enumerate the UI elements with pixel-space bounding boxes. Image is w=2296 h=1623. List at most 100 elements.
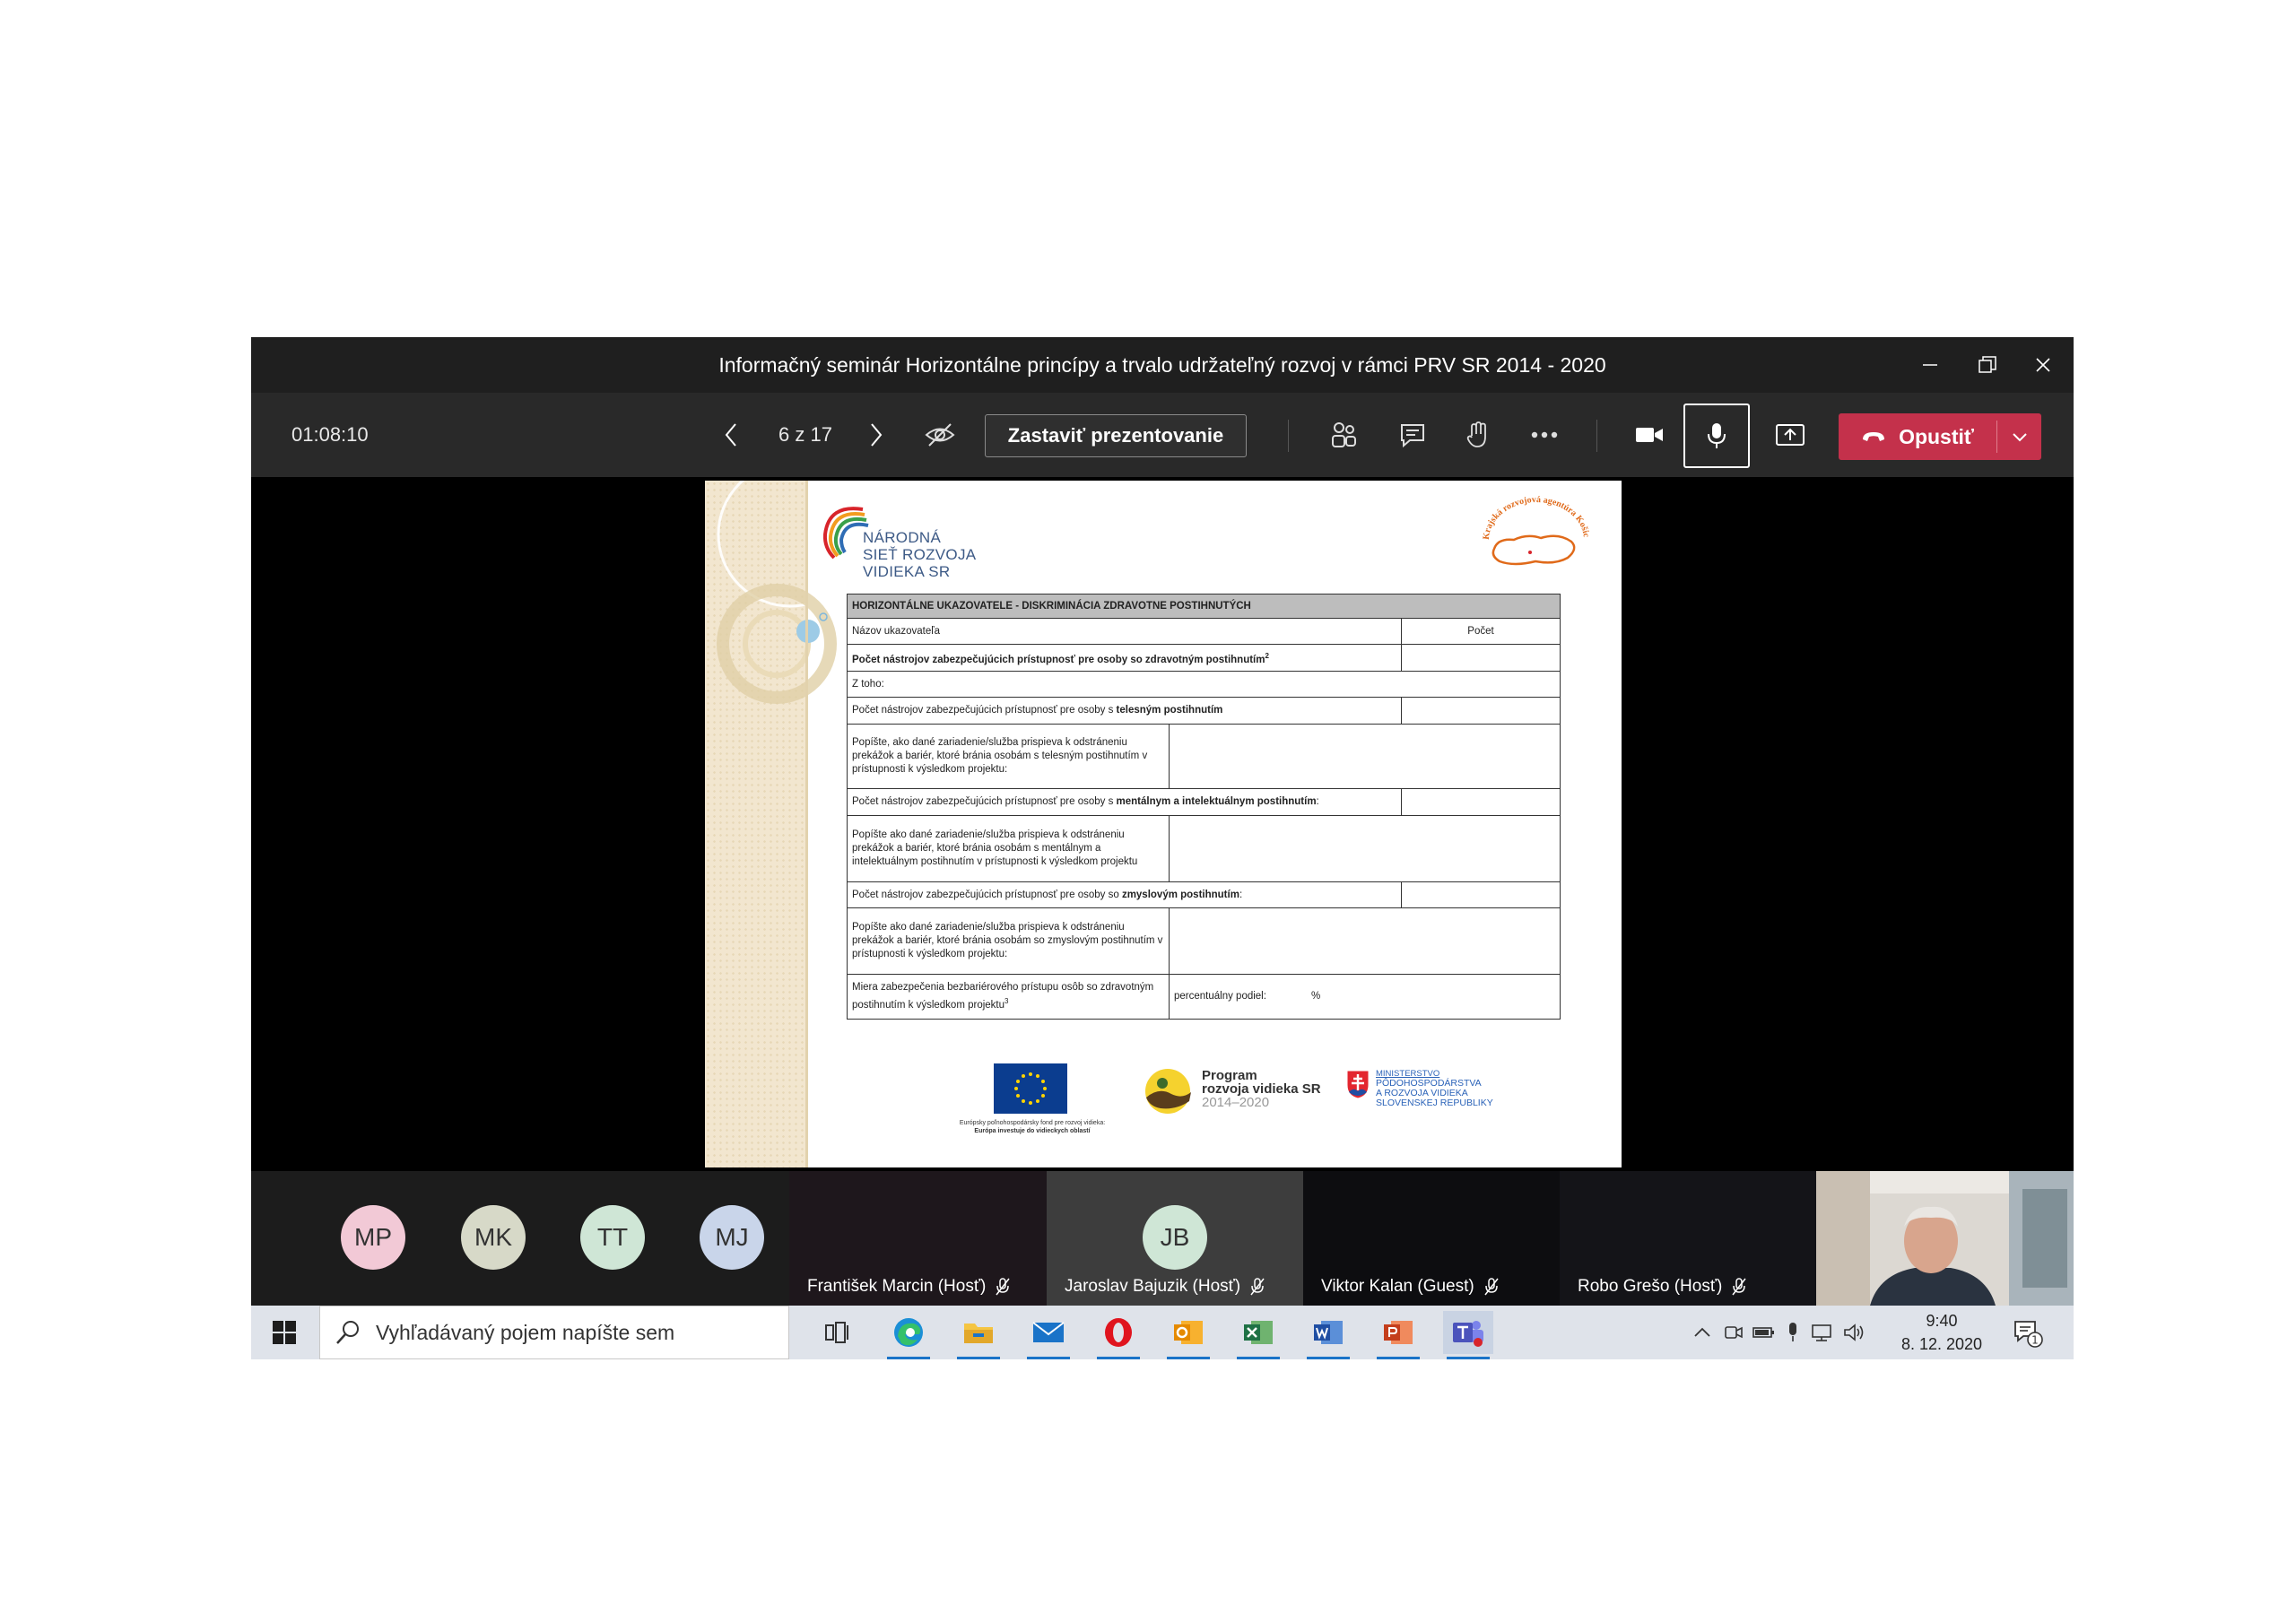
task-view-button[interactable] [813, 1311, 863, 1354]
eu-fund-caption: Európsky poľnohospodársky fond pre rozvo… [938, 1119, 1126, 1135]
task-view-icon [825, 1322, 848, 1343]
participant-avatar-mj[interactable]: MJ [700, 1205, 764, 1270]
row-physical-bold: telesným postihnutím [1116, 705, 1223, 716]
word-icon [1314, 1321, 1343, 1344]
prv-line-3: 2014–2020 [1202, 1095, 1270, 1110]
more-actions-button[interactable] [1518, 408, 1571, 462]
clock-time: 9:40 [1926, 1312, 1958, 1330]
participant-name: František Marcin (Hosť) [807, 1277, 987, 1296]
row-total-value [1401, 644, 1561, 672]
mail-app[interactable] [1023, 1311, 1074, 1359]
people-icon [1332, 422, 1356, 447]
participant-tile[interactable]: Robo Grešo (Hosť) [1560, 1171, 1816, 1306]
row-total-text: Počet nástrojov zabezpečujúcich prístupn… [852, 654, 1265, 665]
tray-meet-now-button[interactable] [1720, 1306, 1747, 1359]
more-icon [1531, 431, 1558, 438]
taskbar-clock[interactable]: 9:40 8. 12. 2020 [1892, 1309, 1991, 1356]
title-bar: Informačný seminár Horizontálne princípy… [251, 337, 2074, 393]
word-app[interactable] [1303, 1311, 1353, 1359]
stop-presenting-button[interactable]: Zastaviť prezentovanie [985, 414, 1247, 457]
participant-avatar-mk[interactable]: MK [461, 1205, 526, 1270]
desc-physical: Popíšte, ako dané zariadenie/služba pris… [847, 724, 1170, 789]
notification-icon: 1 [2014, 1321, 2043, 1348]
share-unit: % [1310, 991, 1321, 1002]
share-label: percentuálny podiel: [1174, 991, 1266, 1002]
edge-app[interactable] [883, 1311, 934, 1359]
self-video-preview[interactable] [1816, 1171, 2074, 1306]
outlook-app[interactable] [1163, 1311, 1213, 1359]
row-mental-value [1401, 788, 1561, 816]
teams-app[interactable] [1443, 1311, 1493, 1359]
eu-caption-line-1: Európsky poľnohospodársky fond pre rozvo… [959, 1120, 1106, 1126]
row-physical-text: Počet nástrojov zabezpečujúcich prístupn… [852, 705, 1117, 716]
row-sensory-bold: zmyslovým postihnutím [1121, 889, 1239, 900]
close-window-button[interactable] [2016, 337, 2070, 393]
minimize-button[interactable] [1903, 337, 1957, 393]
participant-tile-active[interactable]: JB Jaroslav Bajuzik (Hosť) [1047, 1171, 1303, 1306]
tray-volume-button[interactable] [1840, 1306, 1869, 1359]
start-button[interactable] [251, 1306, 317, 1359]
nsr-line-2: SIEŤ ROZVOJA [863, 546, 977, 563]
row-physical: Počet nástrojov zabezpečujúcich prístupn… [847, 697, 1402, 725]
toolbar-divider [1288, 420, 1289, 452]
participant-avatar-mp[interactable]: MP [341, 1205, 405, 1270]
participants-button[interactable] [1317, 408, 1370, 462]
leave-options-dropdown[interactable] [1997, 413, 2041, 460]
participant-name-row: Jaroslav Bajuzik (Hosť) [1065, 1277, 1265, 1297]
participant-name-row: František Marcin (Hosť) [807, 1277, 1011, 1297]
next-slide-button[interactable] [849, 408, 903, 462]
participant-avatar-tt[interactable]: TT [580, 1205, 645, 1270]
battery-icon [1752, 1327, 1774, 1338]
excel-app[interactable] [1233, 1311, 1283, 1359]
row-barrierfree-text: Miera zabezpečenia bezbariérového prístu… [852, 982, 1154, 1011]
camera-button[interactable] [1622, 408, 1676, 462]
footnote-3: 3 [1004, 997, 1009, 1006]
slide-page-indicator: 6 z 17 [778, 423, 832, 446]
prv-line-2: rozvoja vidieka SR [1202, 1081, 1321, 1097]
powerpoint-app[interactable] [1373, 1311, 1423, 1359]
row-sensory-text: Počet nástrojov zabezpečujúcich prístupn… [852, 889, 1122, 900]
raise-hand-button[interactable] [1451, 408, 1505, 462]
eu-flag-logo [994, 1063, 1067, 1114]
tray-battery-button[interactable] [1751, 1306, 1778, 1359]
taskbar-search-box[interactable]: Vyhľadávaný pojem napíšte sem [319, 1306, 789, 1359]
folder-icon [964, 1324, 993, 1343]
row-sensory-colon: : [1239, 889, 1243, 900]
row-z-toho: Z toho: [847, 671, 1561, 698]
file-explorer-app[interactable] [953, 1311, 1004, 1359]
tray-microphone-button[interactable] [1781, 1306, 1805, 1359]
participant-tile[interactable]: František Marcin (Hosť) [789, 1171, 1047, 1306]
microphone-button[interactable] [1683, 404, 1750, 468]
mail-icon [1032, 1322, 1065, 1342]
clock-date: 8. 12. 2020 [1900, 1335, 1983, 1353]
eu-stars-icon [1014, 1072, 1047, 1105]
action-center-button[interactable]: 1 [2005, 1306, 2050, 1359]
desc-sensory: Popíšte ako dané zariadenie/služba prisp… [847, 907, 1170, 975]
leave-meeting-button[interactable]: Opustiť [1839, 413, 2041, 460]
private-view-button[interactable] [913, 408, 967, 462]
teams-meeting-window: Informačný seminár Horizontálne princípy… [251, 337, 2074, 1359]
notification-count: 1 [2031, 1334, 2039, 1347]
column-name-header: Názov ukazovateľa [847, 618, 1402, 645]
ministry-line-4: SLOVENSKEJ REPUBLIKY [1376, 1098, 1493, 1108]
show-hidden-icons-button[interactable] [1690, 1306, 1715, 1359]
participant-name-row: Viktor Kalan (Guest) [1321, 1277, 1500, 1297]
toolbar-divider [1596, 420, 1597, 452]
nsr-line-1: NÁRODNÁ [863, 529, 942, 546]
opera-icon [1105, 1318, 1132, 1347]
previous-slide-button[interactable] [704, 408, 758, 462]
mic-off-icon [996, 1278, 1010, 1296]
regional-agency-logo: Krajská rozvojová agentúra Košického kra… [1478, 493, 1591, 566]
eu-caption-line-2: Európa investuje do vidieckych oblastí [974, 1128, 1091, 1134]
leave-main[interactable]: Opustiť [1839, 413, 1996, 460]
teams-icon [1453, 1321, 1483, 1347]
search-icon [336, 1321, 359, 1344]
presentation-stage: NÁRODNÁ SIEŤ ROZVOJA VIDIEKA SR Krajská … [251, 477, 2074, 1171]
restore-button[interactable] [1961, 337, 2014, 393]
participant-name: Robo Grešo (Hosť) [1578, 1277, 1723, 1296]
opera-app[interactable] [1093, 1311, 1144, 1359]
share-content-button[interactable] [1763, 408, 1817, 462]
tray-network-button[interactable] [1808, 1306, 1837, 1359]
chat-button[interactable] [1386, 408, 1439, 462]
participant-tile[interactable]: Viktor Kalan (Guest) [1303, 1171, 1560, 1306]
